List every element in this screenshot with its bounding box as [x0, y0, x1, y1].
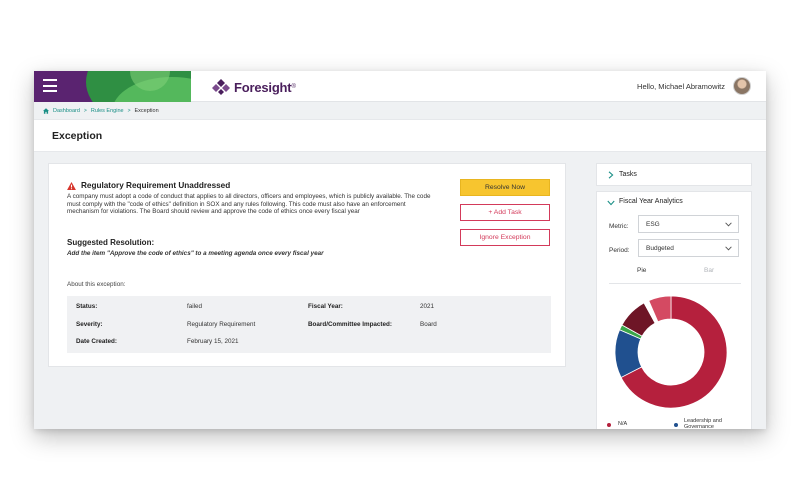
breadcrumb-separator: > — [127, 108, 131, 114]
breadcrumb: Dashboard > Rules Engine > Exception — [43, 108, 159, 114]
warning-icon — [67, 181, 76, 190]
period-value: Budgeted — [646, 245, 674, 252]
severity-label: Severity: — [76, 321, 103, 328]
suggested-resolution-title: Suggested Resolution: — [67, 238, 155, 247]
tab-bar[interactable]: Bar — [704, 267, 714, 274]
chevron-right-icon — [608, 171, 614, 179]
board-impacted-label: Board/Committee Impacted: — [308, 321, 392, 328]
chevron-down-icon — [725, 222, 732, 227]
exception-details: Status: failed Severity: Regulatory Requ… — [67, 296, 551, 353]
suggested-resolution-text: Add the item "Approve the code of ethics… — [67, 250, 324, 257]
date-created-label: Date Created: — [76, 338, 117, 345]
legend-swatch-leadership — [674, 423, 678, 427]
status-value: failed — [187, 303, 203, 310]
tasks-panel[interactable]: Tasks — [596, 163, 752, 186]
breadcrumb-dashboard[interactable]: Dashboard — [53, 108, 80, 114]
fiscal-year-label: Fiscal Year: — [308, 303, 343, 310]
brand-name: Foresight — [234, 79, 292, 95]
period-label: Period: — [609, 247, 630, 254]
exception-description: A company must adopt a code of conduct t… — [67, 193, 431, 216]
hero-banner — [34, 71, 191, 102]
analytics-title: Fiscal Year Analytics — [619, 198, 683, 205]
breadcrumb-separator: > — [83, 108, 87, 114]
resolve-now-button[interactable]: Resolve Now — [460, 179, 550, 196]
chevron-down-icon — [725, 246, 732, 251]
brand-logo[interactable]: Foresight ® — [212, 78, 296, 96]
breadcrumb-rules-engine[interactable]: Rules Engine — [91, 108, 124, 114]
home-icon[interactable] — [43, 108, 49, 114]
board-impacted-value: Board — [420, 321, 437, 328]
breadcrumb-current: Exception — [134, 108, 159, 114]
page-title: Exception — [52, 130, 103, 142]
date-created-value: February 15, 2021 — [187, 338, 239, 345]
exception-title-row: Regulatory Requirement Unaddressed — [67, 181, 230, 190]
app-window: Foresight ® Hello, Michael Abramowitz Da… — [34, 71, 766, 429]
tasks-label: Tasks — [619, 171, 637, 178]
top-bar: Foresight ® Hello, Michael Abramowitz — [34, 71, 766, 102]
hamburger-menu-icon[interactable] — [43, 79, 57, 92]
legend-label-leadership: Leadership and Governance — [684, 418, 722, 429]
brand-registered-mark: ® — [291, 84, 296, 90]
legend-swatch-na — [607, 423, 611, 427]
metric-select[interactable]: ESG — [638, 215, 739, 233]
tab-divider — [609, 283, 741, 284]
about-exception-label: About this exception: — [67, 281, 126, 288]
add-task-button[interactable]: + Add Task — [460, 204, 550, 221]
user-avatar[interactable] — [733, 77, 751, 95]
metric-label: Metric: — [609, 223, 629, 230]
legend-label-na: N/A — [618, 421, 628, 427]
ignore-exception-button[interactable]: Ignore Exception — [460, 229, 550, 246]
chevron-down-icon[interactable] — [607, 200, 615, 206]
period-select[interactable]: Budgeted — [638, 239, 739, 257]
tab-pie[interactable]: Pie — [637, 267, 646, 274]
exception-title: Regulatory Requirement Unaddressed — [81, 181, 231, 190]
exception-card: Regulatory Requirement Unaddressed A com… — [48, 163, 566, 367]
page-header: Exception — [34, 119, 766, 152]
status-label: Status: — [76, 303, 98, 310]
severity-value: Regulatory Requirement — [187, 321, 256, 328]
fiscal-year-donut-chart — [614, 295, 728, 409]
fiscal-year-value: 2021 — [420, 303, 435, 310]
fiscal-year-analytics-panel: Fiscal Year Analytics Metric: ESG Period… — [596, 191, 752, 429]
user-greeting: Hello, Michael Abramowitz — [637, 82, 725, 91]
metric-value: ESG — [646, 221, 660, 228]
foresight-logo-icon — [212, 79, 230, 95]
